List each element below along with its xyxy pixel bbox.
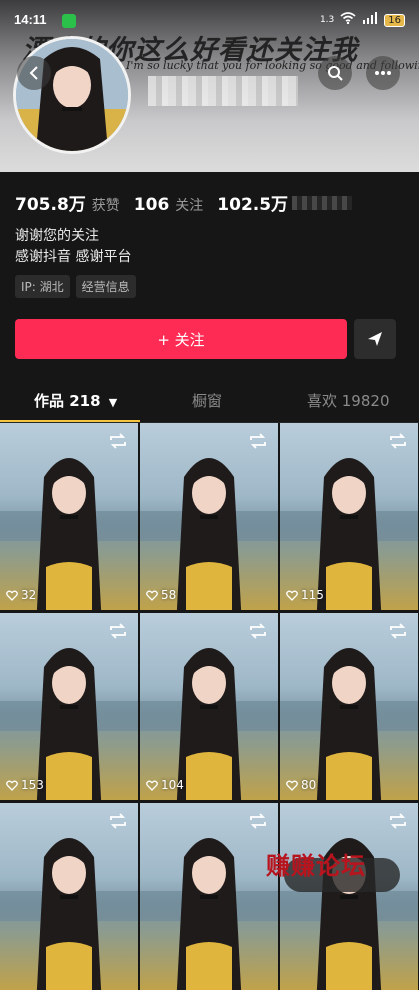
heart-icon: [146, 590, 158, 601]
following-count[interactable]: 106: [134, 195, 170, 215]
video-likes: 80: [286, 778, 316, 792]
repost-icon: [388, 813, 408, 833]
repost-icon: [248, 813, 268, 833]
followers-label-redacted: [292, 196, 353, 210]
video-thumbnail[interactable]: [140, 803, 278, 990]
video-thumbnail[interactable]: 32: [0, 423, 138, 610]
likes-count[interactable]: 705.8万: [15, 190, 86, 215]
video-likes-count: 32: [21, 588, 37, 602]
video-likes: 153: [6, 778, 44, 792]
video-thumbnail[interactable]: 153: [0, 613, 138, 800]
likes-label: 获赞: [91, 198, 120, 214]
follow-button[interactable]: + 关注: [15, 319, 347, 359]
bio-line: 谢谢您的关注: [15, 228, 99, 244]
video-thumbnail[interactable]: [280, 803, 418, 990]
thumbnail-portrait: [316, 458, 382, 610]
profile-bio: 谢谢您的关注 感谢抖音 感谢平台: [15, 226, 131, 268]
video-likes-count: 153: [21, 778, 44, 792]
video-thumbnail[interactable]: [0, 803, 138, 990]
thumbnail-portrait: [36, 838, 102, 990]
profile-stats: 705.8万 获赞 106 关注 102.5万: [15, 190, 353, 215]
video-likes: 58: [146, 588, 176, 602]
profile-tags: IP: 湖北 经营信息: [15, 275, 136, 298]
tab-works-label: 作品 218: [34, 392, 101, 410]
avatar[interactable]: [13, 36, 131, 154]
thumbnail-portrait: [316, 648, 382, 800]
tab-showcase[interactable]: 橱窗: [192, 390, 222, 411]
tab-works[interactable]: 作品 218 ▼: [34, 390, 117, 411]
bio-line: 感谢抖音 感谢平台: [15, 249, 132, 265]
video-thumbnail[interactable]: 104: [140, 613, 278, 800]
video-likes-count: 104: [161, 778, 184, 792]
heart-icon: [286, 780, 298, 791]
back-button[interactable]: [17, 56, 51, 90]
battery-indicator: 16: [384, 13, 405, 27]
video-likes-count: 58: [161, 588, 177, 602]
active-tab-indicator: [0, 420, 140, 422]
status-right: 1.3 16: [320, 12, 405, 28]
video-likes-count: 115: [301, 588, 324, 602]
follow-label: + 关注: [157, 330, 205, 349]
heart-icon: [146, 780, 158, 791]
following-label: 关注: [175, 198, 204, 214]
cellular-icon: [362, 12, 378, 28]
repost-icon: [108, 813, 128, 833]
video-thumbnail[interactable]: 115: [280, 423, 418, 610]
chevron-left-icon: [29, 66, 38, 80]
video-thumbnail[interactable]: 80: [280, 613, 418, 800]
video-thumbnail[interactable]: 58: [140, 423, 278, 610]
wifi-icon: [340, 12, 356, 28]
signal-label: 1.3: [319, 15, 335, 25]
repost-icon: [248, 623, 268, 643]
heart-icon: [286, 590, 298, 601]
wechat-icon: [62, 14, 76, 28]
more-icon: [375, 71, 391, 75]
repost-icon: [108, 623, 128, 643]
thumbnail-portrait: [176, 838, 242, 990]
send-icon: [368, 332, 382, 346]
ip-tag: IP: 湖北: [15, 275, 70, 298]
video-likes: 104: [146, 778, 184, 792]
search-button[interactable]: [318, 56, 352, 90]
tab-likes[interactable]: 喜欢 19820: [307, 390, 390, 411]
thumbnail-portrait: [176, 458, 242, 610]
status-time: 14:11: [14, 12, 47, 27]
thumbnail-portrait: [36, 648, 102, 800]
content-tabs: 作品 218 ▼ 橱窗 喜欢 19820: [0, 382, 419, 423]
business-info-tag[interactable]: 经营信息: [75, 275, 136, 298]
watermark: 赚赚论坛: [266, 851, 366, 880]
repost-icon: [248, 433, 268, 453]
search-icon: [328, 66, 343, 81]
followers-count[interactable]: 102.5万: [217, 190, 288, 215]
profile-header: 14:11 1.3 16 漂亮的你这么好看还关注我 I'm so lucky t…: [0, 0, 419, 172]
caret-down-icon: ▼: [108, 396, 118, 409]
repost-icon: [388, 623, 408, 643]
video-likes-count: 80: [301, 778, 317, 792]
repost-icon: [108, 433, 128, 453]
video-grid: 32 58 115 153 104 80: [0, 423, 419, 990]
share-button[interactable]: [354, 319, 396, 359]
heart-icon: [6, 780, 18, 791]
nickname-redacted: [148, 76, 298, 106]
heart-icon: [6, 590, 18, 601]
more-button[interactable]: [366, 56, 400, 90]
thumbnail-portrait: [176, 648, 242, 800]
repost-icon: [388, 433, 408, 453]
video-likes: 115: [286, 588, 324, 602]
video-likes: 32: [6, 588, 36, 602]
thumbnail-portrait: [36, 458, 102, 610]
